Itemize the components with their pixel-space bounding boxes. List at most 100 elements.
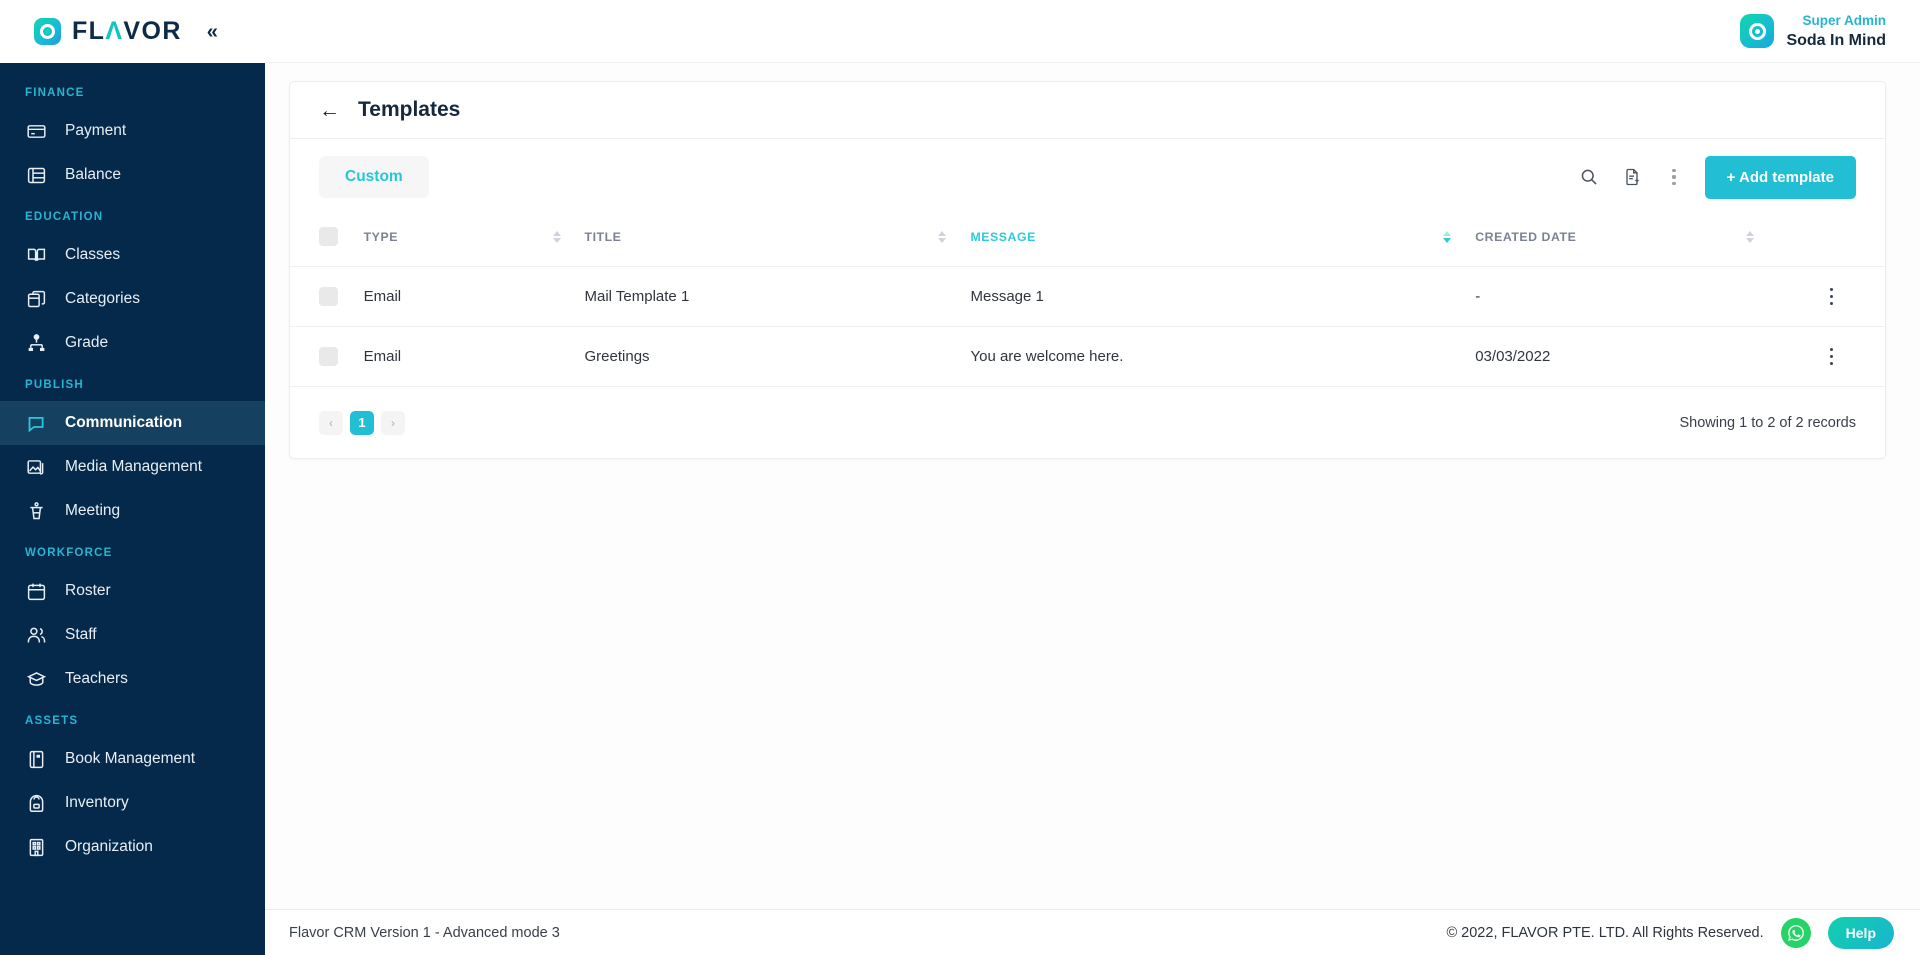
sidebar-item-categories[interactable]: Categories — [0, 277, 265, 321]
sidebar-item-meeting[interactable]: Meeting — [0, 489, 265, 533]
user-menu[interactable]: Super Admin Soda In Mind — [1740, 11, 1886, 51]
row-menu-icon[interactable] — [1778, 287, 1885, 306]
sidebar-item-label: Communication — [65, 414, 183, 431]
footer-right: © 2022, FLAVOR PTE. LTD. All Rights Rese… — [1446, 916, 1894, 949]
pagination-page-1[interactable]: 1 — [350, 410, 374, 435]
row-checkbox[interactable] — [319, 347, 338, 366]
user-info: Super Admin Soda In Mind — [1786, 11, 1886, 51]
sidebar-item-label: Book Management — [65, 750, 196, 767]
content-area: ← Templates Custom + Add template TYPE T… — [265, 63, 1920, 909]
version-text: Flavor CRM Version 1 - Advanced mode 3 — [289, 924, 560, 941]
user-name: Soda In Mind — [1786, 32, 1886, 49]
search-icon[interactable] — [1578, 166, 1600, 188]
pagination-prev[interactable]: ‹ — [319, 410, 343, 435]
sort-toggle-type[interactable] — [552, 230, 561, 243]
toolbar-actions: + Add template — [1578, 155, 1856, 199]
table-row[interactable]: Email Greetings You are welcome here. 03… — [290, 326, 1885, 386]
sidebar-item-balance[interactable]: Balance — [0, 153, 265, 197]
table-row[interactable]: Email Mail Template 1 Message 1 - — [290, 266, 1885, 327]
avatar — [1740, 14, 1775, 48]
copyright-text: © 2022, FLAVOR PTE. LTD. All Rights Rese… — [1446, 924, 1764, 941]
file-add-icon[interactable] — [1621, 166, 1643, 188]
templates-card: ← Templates Custom + Add template TYPE T… — [289, 81, 1886, 459]
column-label: MESSAGE — [970, 229, 1036, 244]
column-header-message[interactable]: MESSAGE — [970, 215, 1475, 267]
sidebar-item-teachers[interactable]: Teachers — [0, 657, 265, 701]
templates-table: TYPE TITLE MESSAGE CREATED DATE Email Ma… — [290, 215, 1885, 386]
sort-toggle-message[interactable] — [1443, 230, 1452, 243]
sidebar-item-organization[interactable]: Organization — [0, 825, 265, 869]
topbar: Super Admin Soda In Mind — [265, 0, 1920, 63]
user-role: Super Admin — [1802, 13, 1886, 28]
sidebar-item-label: Roster — [65, 582, 111, 599]
building-icon — [26, 837, 47, 858]
add-template-button[interactable]: + Add template — [1704, 155, 1856, 199]
sidebar-item-media-management[interactable]: Media Management — [0, 445, 265, 489]
dots-vertical-icon[interactable] — [1664, 167, 1683, 187]
table-footer: ‹ 1 › Showing 1 to 2 of 2 records — [290, 386, 1885, 458]
calendar-icon — [26, 581, 47, 602]
stacked-database-icon — [26, 165, 47, 186]
sidebar-item-label: Grade — [65, 334, 109, 351]
app-root: FLΛVOR « FINANCE Payment Balance EDUCATI… — [0, 0, 1920, 955]
sidebar-item-grade[interactable]: Grade — [0, 321, 265, 365]
image-stack-icon — [26, 457, 47, 478]
sidebar-item-roster[interactable]: Roster — [0, 569, 265, 613]
cell-actions — [1778, 266, 1885, 327]
sidebar-nav: FINANCE Payment Balance EDUCATION Classe — [0, 63, 265, 869]
sidebar-item-payment[interactable]: Payment — [0, 109, 265, 153]
book-icon — [26, 749, 47, 770]
whatsapp-icon[interactable] — [1780, 917, 1811, 948]
row-checkbox[interactable] — [319, 287, 338, 306]
column-label: CREATED DATE — [1475, 229, 1577, 244]
cell-type: Email — [363, 326, 585, 386]
sidebar-item-label: Staff — [65, 626, 97, 643]
sidebar-item-label: Teachers — [65, 670, 128, 687]
chat-bubble-icon — [26, 413, 47, 434]
brand-wordmark: FLΛVOR — [72, 17, 182, 45]
records-summary: Showing 1 to 2 of 2 records — [1679, 414, 1856, 431]
column-header-created-date[interactable]: CREATED DATE — [1475, 215, 1778, 267]
page-title: Templates — [358, 98, 461, 121]
select-all-header — [290, 215, 364, 267]
sort-toggle-created-date[interactable] — [1746, 230, 1755, 243]
cell-title: Mail Template 1 — [584, 266, 971, 327]
row-select-cell — [290, 326, 364, 386]
footer: Flavor CRM Version 1 - Advanced mode 3 ©… — [265, 909, 1920, 955]
column-label: TITLE — [584, 229, 622, 244]
cell-created-date: - — [1475, 266, 1779, 327]
pagination: ‹ 1 › — [319, 410, 405, 435]
cell-actions — [1778, 326, 1885, 386]
sidebar-item-inventory[interactable]: Inventory — [0, 781, 265, 825]
arrow-left-icon[interactable]: ← — [319, 100, 340, 121]
cell-title: Greetings — [584, 326, 971, 386]
cell-message: You are welcome here. — [970, 326, 1476, 386]
sidebar-item-label: Meeting — [65, 502, 121, 519]
nav-group-label-publish: PUBLISH — [25, 379, 84, 391]
sort-toggle-title[interactable] — [938, 230, 947, 243]
sidebar-item-book-management[interactable]: Book Management — [0, 737, 265, 781]
sidebar-item-staff[interactable]: Staff — [0, 613, 265, 657]
card-header: ← Templates — [290, 82, 1885, 139]
sidebar-item-label: Classes — [65, 246, 121, 263]
credit-card-icon — [26, 121, 47, 142]
podium-icon — [26, 501, 47, 522]
tab-custom[interactable]: Custom — [319, 156, 429, 198]
graduation-cap-icon — [26, 669, 47, 690]
sidebar-item-label: Categories — [65, 290, 140, 307]
row-menu-icon[interactable] — [1778, 347, 1885, 366]
help-button[interactable]: Help — [1827, 916, 1894, 949]
cell-created-date: 03/03/2022 — [1475, 326, 1779, 386]
column-header-title[interactable]: TITLE — [585, 215, 971, 267]
column-label: TYPE — [363, 229, 398, 244]
users-icon — [26, 625, 47, 646]
chevron-double-left-icon[interactable]: « — [207, 22, 218, 42]
sidebar-logo-area: FLΛVOR « — [0, 0, 265, 63]
cell-message: Message 1 — [970, 266, 1476, 327]
sidebar-item-label: Payment — [65, 122, 127, 139]
select-all-checkbox[interactable] — [319, 227, 338, 246]
pagination-next[interactable]: › — [381, 410, 405, 435]
sidebar-item-classes[interactable]: Classes — [0, 233, 265, 277]
column-header-type[interactable]: TYPE — [364, 215, 585, 267]
sidebar-item-communication[interactable]: Communication — [0, 401, 265, 445]
